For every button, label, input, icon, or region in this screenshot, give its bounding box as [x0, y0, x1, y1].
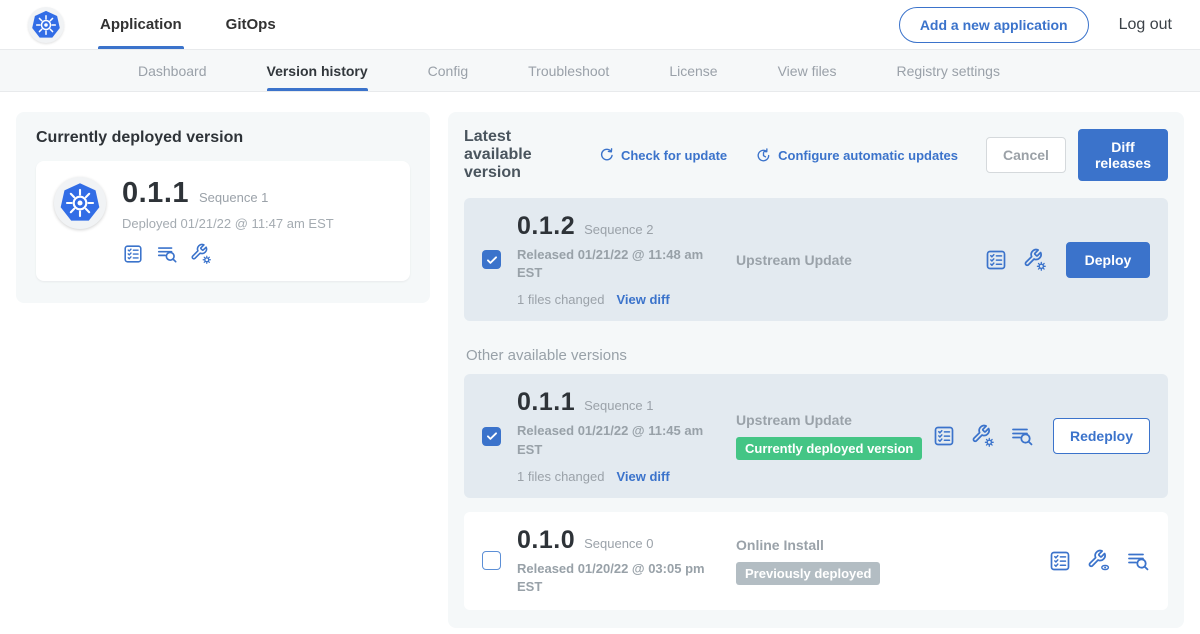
version-number: 0.1.0: [517, 526, 575, 555]
source-label: Online Install: [736, 537, 824, 553]
app-header: Application GitOps Add a new application…: [0, 0, 1200, 50]
configure-automatic-updates-link[interactable]: Configure automatic updates: [755, 147, 958, 164]
version-row-0-1-2: 0.1.2 Sequence 2 Released 01/21/22 @ 11:…: [464, 198, 1168, 321]
redeploy-button[interactable]: Redeploy: [1053, 418, 1150, 454]
main-content: Currently deployed version 0.1.1 Sequenc…: [0, 92, 1200, 628]
add-application-button[interactable]: Add a new application: [899, 7, 1089, 43]
check-icon: [485, 253, 499, 267]
subnav-tab-registry-settings[interactable]: Registry settings: [896, 50, 999, 91]
files-changed: 1 files changed: [517, 469, 604, 484]
version-info: 0.1.2 Sequence 2 Released 01/21/22 @ 11:…: [517, 212, 722, 307]
deployed-version-card: 0.1.1 Sequence 1 Deployed 01/21/22 @ 11:…: [36, 161, 410, 281]
logs-icon[interactable]: [1126, 549, 1150, 573]
version-source: Online Install Previously deployed: [722, 537, 1048, 585]
checklist-icon[interactable]: [932, 424, 956, 448]
version-info: 0.1.0 Sequence 0 Released 01/20/22 @ 03:…: [517, 526, 722, 596]
subnav-tab-dashboard[interactable]: Dashboard: [138, 50, 207, 91]
top-nav: Application GitOps: [98, 0, 278, 49]
version-checkbox[interactable]: [482, 551, 501, 570]
refresh-icon: [598, 147, 615, 164]
kubernetes-icon: [59, 182, 101, 224]
nav-tab-gitops[interactable]: GitOps: [224, 0, 278, 49]
nav-tab-application[interactable]: Application: [98, 0, 184, 49]
version-source: Upstream Update Currently deployed versi…: [722, 412, 932, 460]
cancel-button[interactable]: Cancel: [986, 137, 1066, 173]
subnav-tab-version-history[interactable]: Version history: [267, 50, 368, 91]
subnav-tab-config[interactable]: Config: [428, 50, 468, 91]
view-diff-link[interactable]: View diff: [616, 292, 669, 307]
subnav-tab-license[interactable]: License: [669, 50, 717, 91]
configure-automatic-updates-label: Configure automatic updates: [778, 148, 958, 163]
app-subnav: Dashboard Version history Config Trouble…: [0, 50, 1200, 92]
kubernetes-icon: [31, 10, 61, 40]
source-label: Upstream Update: [736, 412, 852, 428]
version-number: 0.1.1: [517, 388, 575, 417]
deployed-version-details: 0.1.1 Sequence 1 Deployed 01/21/22 @ 11:…: [122, 177, 334, 265]
latest-version-title: Latest available version: [464, 128, 582, 182]
version-row-0-1-0: 0.1.0 Sequence 0 Released 01/20/22 @ 03:…: [464, 512, 1168, 610]
version-checkbox[interactable]: [482, 427, 501, 446]
logout-button[interactable]: Log out: [1119, 16, 1172, 34]
files-changed: 1 files changed: [517, 292, 604, 307]
currently-deployed-card: Currently deployed version 0.1.1 Sequenc…: [16, 112, 430, 303]
deployed-timestamp: Deployed 01/21/22 @ 11:47 am EST: [122, 216, 334, 231]
released-timestamp: Released 01/20/22 @ 03:05 pm EST: [517, 560, 709, 596]
logs-icon[interactable]: [156, 243, 178, 265]
version-actions: Deploy: [984, 242, 1150, 278]
other-versions-label: Other available versions: [466, 347, 1166, 364]
wrench-gear-icon[interactable]: [1023, 248, 1047, 272]
deployed-version-number: 0.1.1: [122, 177, 189, 210]
checklist-icon[interactable]: [1048, 549, 1072, 573]
version-info: 0.1.1 Sequence 1 Released 01/21/22 @ 11:…: [517, 388, 722, 483]
version-sequence: Sequence 0: [584, 536, 653, 551]
version-sequence: Sequence 2: [584, 222, 653, 237]
deployed-version-sequence: Sequence 1: [199, 190, 268, 205]
check-for-update-link[interactable]: Check for update: [598, 147, 727, 164]
version-history-panel: Latest available version Check for updat…: [448, 112, 1184, 628]
version-source: Upstream Update: [722, 252, 984, 268]
source-label: Upstream Update: [736, 252, 852, 268]
version-number: 0.1.2: [517, 212, 575, 241]
logs-icon[interactable]: [1010, 424, 1034, 448]
version-sequence: Sequence 1: [584, 398, 653, 413]
currently-deployed-badge: Currently deployed version: [736, 437, 922, 460]
latest-version-header: Latest available version Check for updat…: [464, 128, 1168, 182]
auto-update-icon: [755, 147, 772, 164]
deploy-button[interactable]: Deploy: [1066, 242, 1150, 278]
subnav-tab-troubleshoot[interactable]: Troubleshoot: [528, 50, 609, 91]
wrench-gear-icon[interactable]: [971, 424, 995, 448]
released-timestamp: Released 01/21/22 @ 11:45 am EST: [517, 422, 709, 458]
checklist-icon[interactable]: [984, 248, 1008, 272]
diff-releases-button[interactable]: Diff releases: [1078, 129, 1168, 181]
kubernetes-logo: [28, 7, 64, 43]
version-actions: [1048, 549, 1150, 573]
version-checkbox[interactable]: [482, 250, 501, 269]
currently-deployed-title: Currently deployed version: [36, 129, 410, 147]
previously-deployed-badge: Previously deployed: [736, 562, 880, 585]
subnav-tab-view-files[interactable]: View files: [778, 50, 837, 91]
checklist-icon[interactable]: [122, 243, 144, 265]
wrench-eye-icon[interactable]: [1087, 549, 1111, 573]
view-diff-link[interactable]: View diff: [616, 469, 669, 484]
header-right: Add a new application Log out: [899, 0, 1172, 49]
app-logo: [54, 177, 106, 229]
check-for-update-label: Check for update: [621, 148, 727, 163]
released-timestamp: Released 01/21/22 @ 11:48 am EST: [517, 246, 709, 282]
wrench-gear-icon[interactable]: [190, 243, 212, 265]
check-icon: [485, 429, 499, 443]
version-row-0-1-1: 0.1.1 Sequence 1 Released 01/21/22 @ 11:…: [464, 374, 1168, 497]
page: Application GitOps Add a new application…: [0, 0, 1200, 634]
version-actions: Redeploy: [932, 418, 1150, 454]
